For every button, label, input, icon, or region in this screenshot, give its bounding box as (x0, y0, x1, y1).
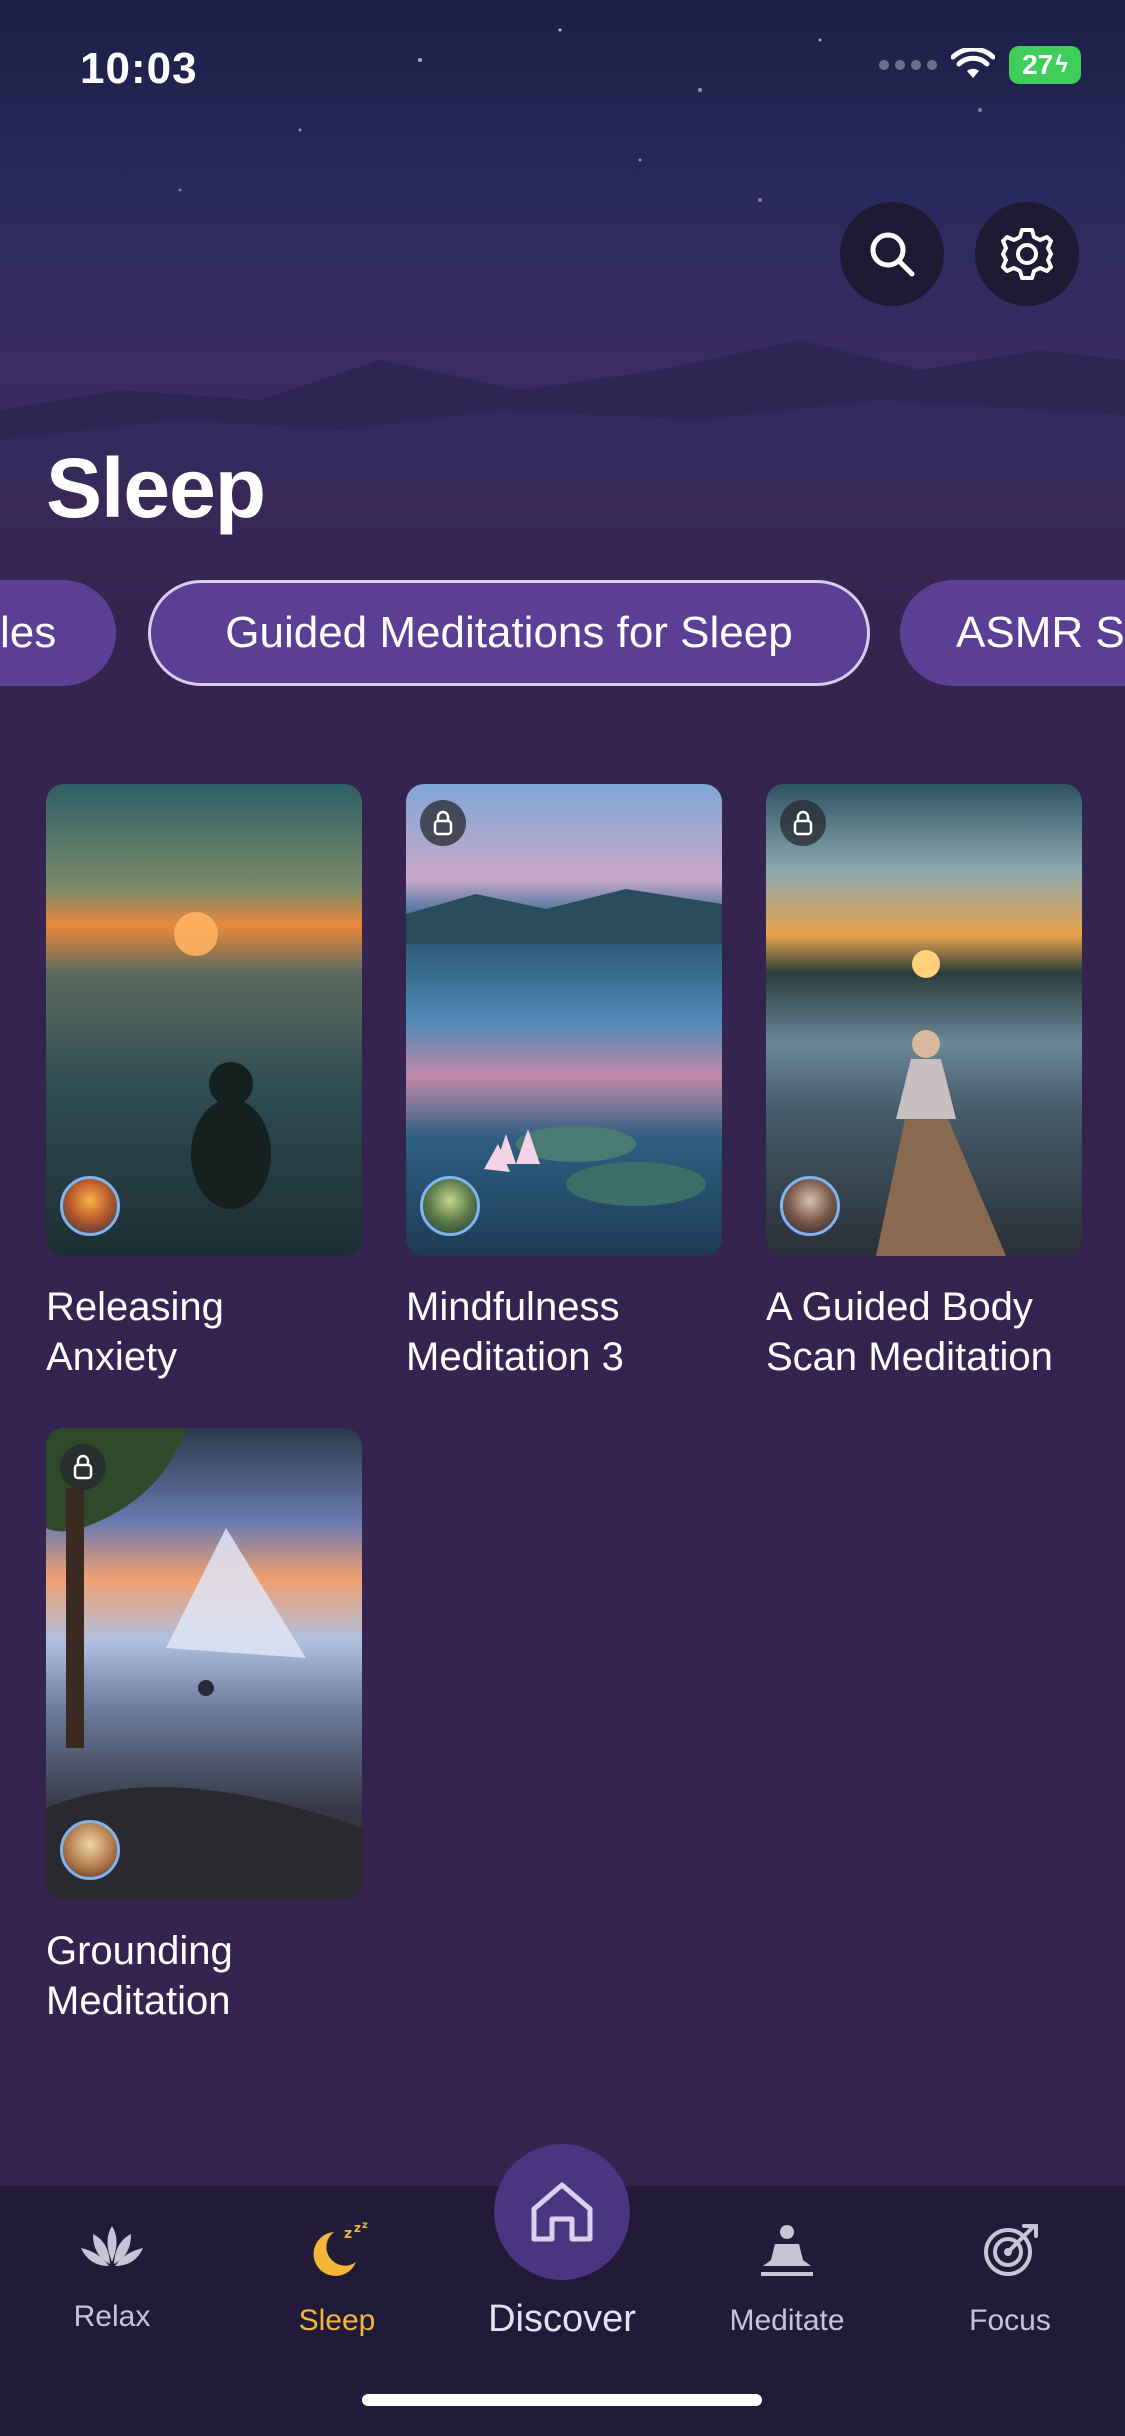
svg-text:z: z (354, 2222, 361, 2235)
meditation-card[interactable]: Mindfulness Meditation 3 (406, 784, 722, 1382)
card-title-line: Meditation 3 (406, 1335, 624, 1379)
battery-indicator: 27 ϟ (1009, 46, 1081, 84)
card-title-line: Scan Meditation (766, 1335, 1053, 1379)
card-title-line: Mindfulness (406, 1285, 620, 1329)
card-thumbnail (46, 1428, 362, 1900)
meditation-card[interactable]: Releasing Anxiety (46, 784, 362, 1382)
status-indicators: 27 ϟ (879, 46, 1081, 84)
category-chip[interactable]: ASMR S (900, 580, 1125, 686)
tab-relax[interactable]: Relax (27, 2222, 197, 2334)
gear-icon (1001, 228, 1053, 280)
lock-icon (73, 1454, 93, 1480)
status-time: 10:03 (80, 44, 198, 93)
tab-meditate[interactable]: Meditate (702, 2222, 872, 2338)
status-bar: 10:03 27 ϟ (0, 0, 1125, 140)
tab-discover[interactable] (494, 2144, 630, 2280)
card-thumbnail (46, 784, 362, 1256)
lock-badge (420, 800, 466, 846)
tab-label: Meditate (729, 2304, 845, 2337)
lock-icon (433, 810, 453, 836)
tab-label: Focus (969, 2304, 1051, 2337)
card-title-line: Releasing (46, 1285, 224, 1329)
narrator-avatar (60, 1820, 120, 1880)
card-title: A Guided Body Scan Meditation (766, 1282, 1082, 1382)
target-icon (984, 2224, 1038, 2276)
svg-text:z: z (362, 2222, 368, 2231)
meditating-person-icon (761, 2225, 813, 2276)
settings-button[interactable] (975, 202, 1079, 306)
narrator-avatar (780, 1176, 840, 1236)
cellular-signal-icon (879, 60, 937, 70)
wifi-icon (951, 48, 995, 78)
card-title: Grounding Meditation (46, 1926, 362, 2026)
category-chips: les Guided Meditations for Sleep ASMR S (0, 580, 1125, 688)
tab-label: Sleep (298, 2304, 376, 2337)
card-title-line: Grounding (46, 1929, 233, 1973)
narrator-avatar (420, 1176, 480, 1236)
category-chip-selected[interactable]: Guided Meditations for Sleep (148, 580, 870, 686)
tab-label: Relax (73, 2300, 151, 2333)
lock-badge (780, 800, 826, 846)
card-title: Mindfulness Meditation 3 (406, 1282, 722, 1382)
tab-focus[interactable]: Focus (925, 2222, 1095, 2338)
card-thumbnail (406, 784, 722, 1256)
tab-sleep[interactable]: z z z Sleep (252, 2222, 422, 2338)
home-icon (531, 2182, 593, 2242)
category-chip[interactable]: les (0, 580, 116, 686)
lock-badge (60, 1444, 106, 1490)
page-title: Sleep (46, 441, 266, 535)
card-title-line: Meditation (46, 1979, 231, 2023)
card-title: Releasing Anxiety (46, 1282, 362, 1382)
svg-text:z: z (344, 2226, 352, 2242)
home-indicator[interactable] (362, 2394, 762, 2406)
lotus-icon (81, 2226, 143, 2266)
meditation-card[interactable]: Grounding Meditation (46, 1428, 362, 2026)
meditation-card[interactable]: A Guided Body Scan Meditation (766, 784, 1082, 1382)
card-title-line: Anxiety (46, 1335, 178, 1379)
tab-label: Discover (488, 2298, 636, 2340)
lock-icon (793, 810, 813, 836)
card-title-line: A Guided Body (766, 1285, 1033, 1329)
card-thumbnail (766, 784, 1082, 1256)
search-button[interactable] (840, 202, 944, 306)
search-icon (870, 232, 915, 277)
moon-zzz-icon: z z z (313, 2222, 368, 2276)
charging-icon: ϟ (1055, 51, 1068, 78)
battery-level: 27 (1022, 49, 1054, 80)
narrator-avatar (60, 1176, 120, 1236)
